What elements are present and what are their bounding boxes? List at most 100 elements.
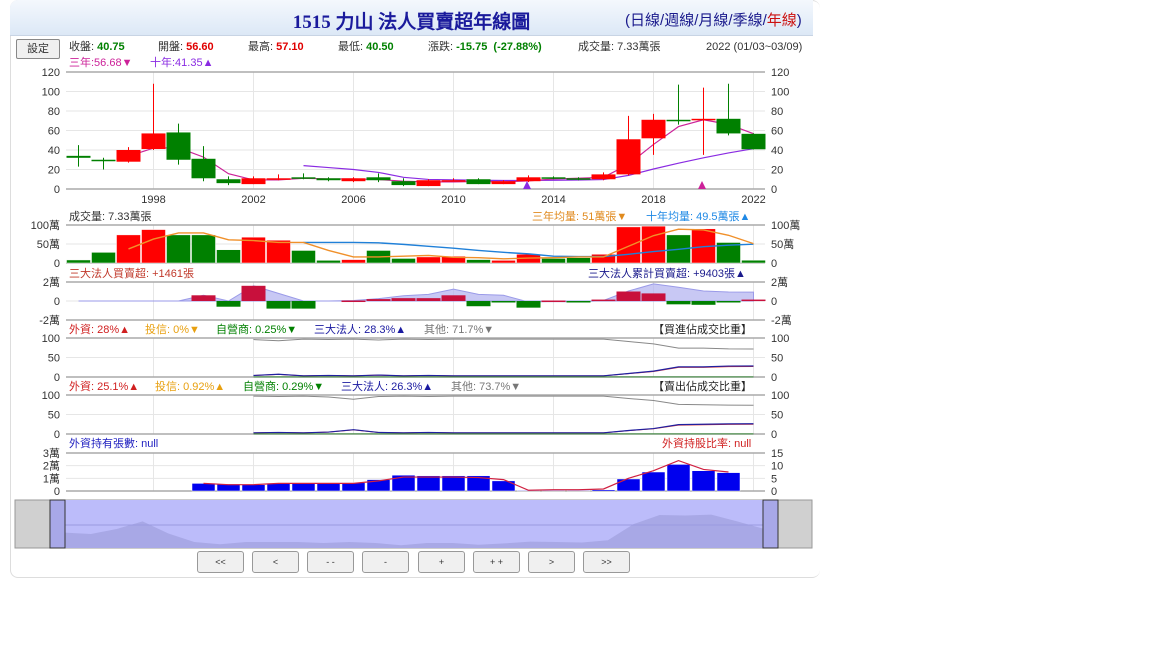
holdings-bar	[591, 489, 616, 492]
x-tick-label: 2006	[341, 194, 365, 206]
sell-ratio-ytick-right: 100	[771, 390, 789, 402]
net-bar	[566, 301, 591, 303]
net-bar	[666, 301, 691, 305]
candle-body	[391, 181, 416, 186]
navigator-left-handle[interactable]	[49, 499, 66, 549]
net-bar	[366, 299, 391, 301]
net-bar	[241, 285, 266, 301]
nav-first-button[interactable]: <<	[197, 551, 244, 573]
zoom-out-more-button[interactable]: - -	[307, 551, 354, 573]
net-bar	[291, 301, 316, 309]
holdings-bar	[666, 464, 691, 492]
price-ytick-right: 100	[771, 87, 789, 99]
price-ytick-right: 20	[771, 165, 783, 177]
zoom-out-button[interactable]: -	[362, 551, 409, 573]
net-ytick-right: 2萬	[771, 276, 788, 289]
holdings-bar	[616, 478, 641, 492]
net-bar	[491, 301, 516, 303]
x-tick-label: 2002	[241, 194, 265, 206]
holdings-bar	[191, 483, 216, 492]
volume-bar	[566, 257, 591, 264]
candle-body	[616, 139, 641, 175]
net-bar	[641, 293, 666, 301]
candle-body	[91, 159, 116, 162]
net-bar	[516, 301, 541, 308]
price-ytick-right: 40	[771, 145, 783, 157]
candle-body	[691, 118, 716, 121]
nav-next-button[interactable]: >	[528, 551, 575, 573]
price-ytick-left: 0	[54, 184, 60, 196]
buy-ratio-ytick-right: 0	[771, 372, 777, 384]
net-bar	[466, 301, 491, 307]
net-bar	[416, 298, 441, 301]
volume-ytick-left: 100萬	[31, 219, 60, 232]
net-bar	[541, 300, 566, 303]
holdings-bar	[316, 483, 341, 492]
volume-bar	[641, 225, 666, 264]
volume-bar	[316, 260, 341, 264]
volume-bar	[166, 234, 191, 264]
x-tick-label: 2010	[441, 194, 465, 206]
buy-ratio-ytick-right: 100	[771, 333, 789, 345]
candle-body	[741, 133, 766, 150]
volume-ytick-left: 0	[54, 258, 60, 270]
net-bar	[616, 291, 641, 301]
candle-body	[466, 179, 491, 185]
volume-bar	[391, 258, 416, 264]
candle-body	[491, 181, 516, 185]
net-bar	[591, 299, 616, 302]
candle-body	[266, 178, 291, 180]
volume-bar	[216, 249, 241, 264]
holdings-bar	[566, 490, 591, 492]
price-ytick-left: 60	[48, 126, 60, 138]
candle-body	[541, 177, 566, 179]
holdings-ytick-left: 0	[54, 486, 60, 498]
net-bar	[741, 299, 766, 302]
volume-bar	[341, 259, 366, 264]
candle-body	[316, 178, 341, 181]
volume-ytick-right: 0	[771, 258, 777, 270]
nav-prev-button[interactable]: <	[252, 551, 299, 573]
candle-body	[416, 180, 441, 187]
candle-body	[516, 177, 541, 182]
price-ytick-left: 20	[48, 165, 60, 177]
zoom-in-more-button[interactable]: + +	[473, 551, 520, 573]
holdings-bar	[441, 475, 466, 492]
price-ytick-left: 40	[48, 145, 60, 157]
holdings-ytick-right: 15	[771, 448, 783, 460]
net-bar	[691, 301, 716, 305]
candle-body	[166, 132, 191, 160]
nav-last-button[interactable]: >>	[583, 551, 630, 573]
holdings-bar	[291, 483, 316, 492]
holdings-bar	[691, 470, 716, 492]
candle-body	[366, 177, 391, 181]
net-bar	[216, 301, 241, 307]
volume-bar	[141, 229, 166, 264]
price-ytick-right: 80	[771, 106, 783, 118]
x-tick-label: 2014	[541, 194, 565, 206]
volume-bar	[266, 239, 291, 264]
holdings-ytick-right: 5	[771, 473, 777, 485]
net-ytick-right: 0	[771, 296, 777, 308]
price-ytick-left: 100	[42, 87, 60, 99]
candle-body	[441, 180, 466, 182]
holdings-bar	[241, 484, 266, 492]
candle-body	[141, 133, 166, 150]
candle-body	[666, 119, 691, 122]
holdings-ytick-right: 10	[771, 461, 783, 473]
zoom-in-button[interactable]: +	[418, 551, 465, 573]
holdings-bar	[266, 483, 291, 492]
holdings-ytick-left: 3萬	[43, 447, 60, 460]
sell-ratio-ytick-left: 0	[54, 429, 60, 441]
volume-ytick-right: 50萬	[771, 238, 794, 251]
net-ytick-right: -2萬	[771, 314, 792, 327]
candle-body	[241, 178, 266, 185]
price-ytick-left: 80	[48, 106, 60, 118]
candle-body	[341, 178, 366, 182]
navigator-right-handle[interactable]	[762, 499, 779, 549]
x-tick-label: 2022	[741, 194, 765, 206]
candle-body	[191, 158, 216, 179]
candle-body	[216, 179, 241, 184]
volume-ytick-left: 50萬	[37, 238, 60, 251]
holdings-bar	[416, 475, 441, 492]
